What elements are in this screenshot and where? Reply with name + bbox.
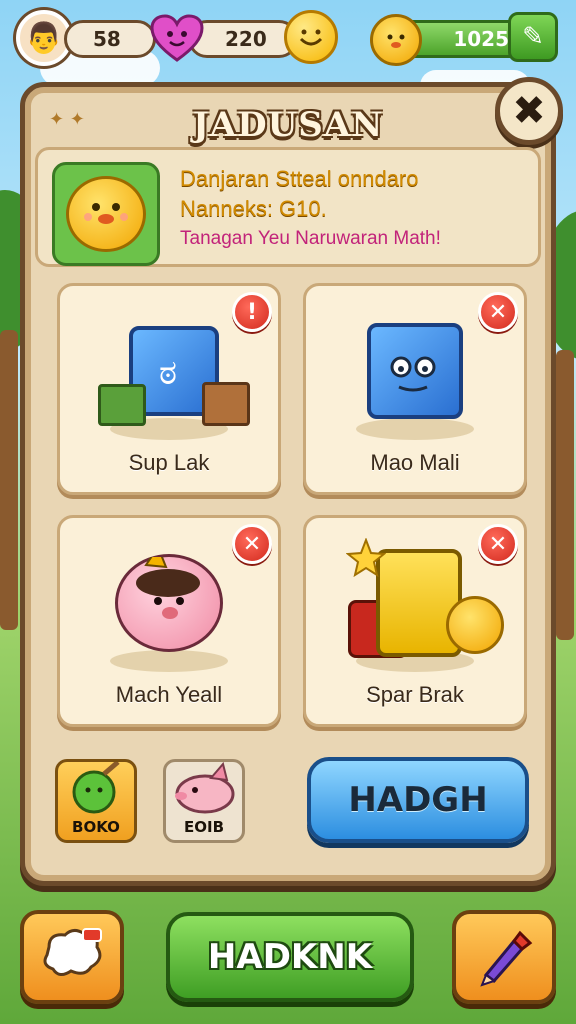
close-button[interactable]: ✖ [495, 77, 563, 145]
chat-button[interactable] [20, 910, 124, 1004]
remove-badge-icon[interactable]: ✕ [478, 524, 518, 564]
chat-bubble-icon [43, 928, 102, 976]
info-line-1: Danjaran Stteal onndaro [180, 166, 419, 191]
reward-card-mach-yeall[interactable]: ✕ Mach Yeall [57, 515, 281, 727]
smiley-coin-icon [284, 10, 338, 64]
panel-title: JADUSAN [192, 105, 384, 145]
character-portrait [52, 162, 160, 266]
mascot-gem-icon [370, 14, 422, 66]
reward-card-mao-mali[interactable]: ✕ Mao Mali [303, 283, 527, 495]
lives-value: 58 [93, 27, 121, 51]
reward-card-sup-lak[interactable]: ಠ ! Sup Lak [57, 283, 281, 495]
sparkle-icon: ✦ ✦ [49, 109, 85, 130]
slot-label: EOIB [183, 818, 224, 836]
panel-header: ✦ ✦ JADUSAN [35, 95, 541, 155]
card-label: Mao Mali [370, 450, 460, 475]
lives-counter: 58 [64, 20, 156, 58]
card-label: Sup Lak [128, 450, 210, 475]
pink-creature-icon [90, 538, 248, 668]
gems-value: 1025 [453, 27, 509, 51]
settings-button[interactable]: ✎ [508, 12, 558, 62]
hearts-counter: 220 [188, 20, 298, 58]
blue-cube-icon [336, 306, 494, 436]
edit-button[interactable] [452, 910, 556, 1004]
suitcase-bundle-icon [336, 538, 504, 668]
remove-badge-icon[interactable]: ✕ [478, 292, 518, 332]
slot-label: BOKO [72, 818, 120, 836]
info-line-2: Nanneks: G10. [180, 196, 327, 221]
svg-text:ಠ: ಠ [159, 353, 177, 393]
pink-pig-icon [175, 762, 235, 814]
heart-icon [150, 12, 204, 66]
mascot-face-icon [66, 176, 146, 252]
item-slot-eoib[interactable]: EOIB [163, 759, 245, 843]
item-slot-boko[interactable]: BOKO [55, 759, 137, 843]
card-label: Spar Brak [366, 682, 464, 707]
wrench-icon: ✎ [522, 22, 544, 52]
card-label: Mach Yeall [115, 682, 223, 707]
close-icon: ✖ [512, 88, 546, 134]
main-button[interactable]: HADKNK [166, 912, 414, 1002]
pencil-icon [480, 930, 533, 987]
info-box: Danjaran Stteal onndaro Nanneks: G10. Ta… [35, 147, 541, 267]
action-button[interactable]: HADGH [307, 757, 529, 843]
green-apple-icon [72, 762, 120, 814]
reward-panel: ✦ ✦ JADUSAN ✖ Danjaran Stteal onndaro Na… [20, 77, 563, 886]
info-text: Danjaran Stteal onndaro Nanneks: G10. Ta… [180, 164, 528, 254]
alert-badge: ! [232, 292, 272, 332]
info-line-3: Tanagan Yeu Naruwaran Math! [180, 228, 441, 249]
reward-card-spar-brak[interactable]: ✕ Spar Brak [303, 515, 527, 727]
crate-bundle-icon: ಠ [90, 306, 250, 436]
top-hud: 👨 58 220 1025 ✎ [12, 6, 564, 70]
remove-badge-icon[interactable]: ✕ [232, 524, 272, 564]
avatar-face-icon: 👨 [25, 20, 63, 56]
